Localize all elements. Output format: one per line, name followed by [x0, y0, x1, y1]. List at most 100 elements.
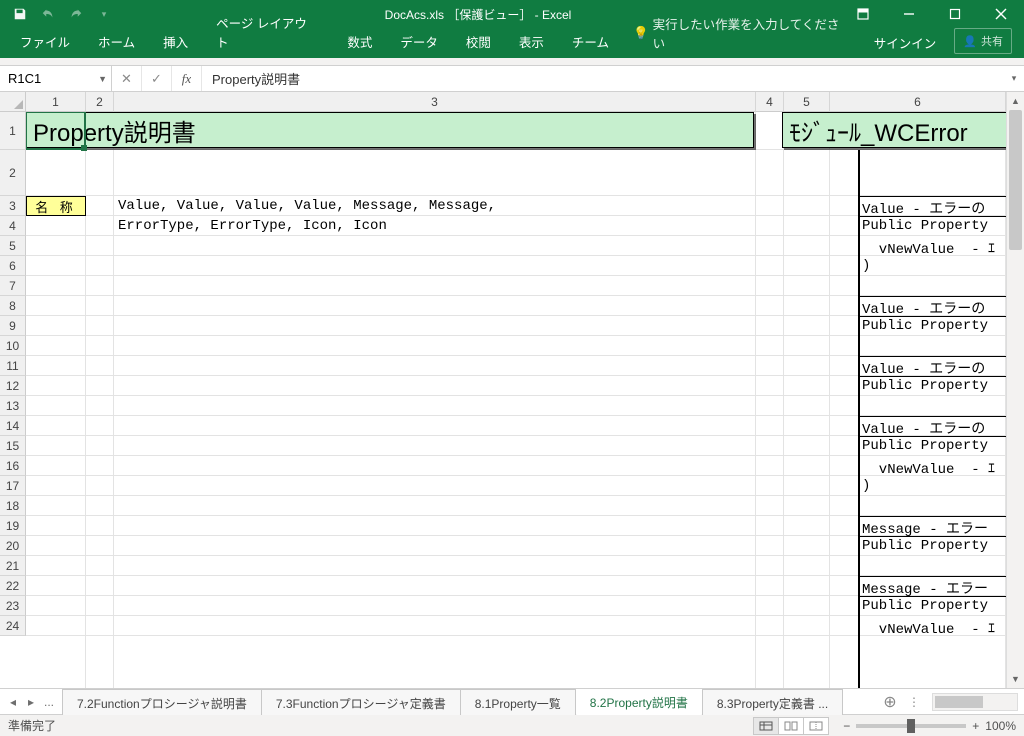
scroll-up-icon[interactable]: ▲ [1007, 92, 1024, 110]
row-header[interactable]: 9 [0, 316, 26, 336]
scroll-down-icon[interactable]: ▼ [1007, 670, 1024, 688]
row-header[interactable]: 22 [0, 576, 26, 596]
row-header[interactable]: 17 [0, 476, 26, 496]
select-all-corner[interactable] [0, 92, 26, 112]
row-header[interactable]: 14 [0, 416, 26, 436]
vertical-scrollbar[interactable]: ▲ ▼ [1006, 92, 1024, 688]
cell-r4c3[interactable]: ErrorType, ErrorType, Icon, Icon [118, 218, 387, 234]
qat-customize-icon[interactable]: ▾ [92, 2, 116, 26]
cell-right-r9[interactable]: Public Property [862, 318, 996, 334]
col-header[interactable]: 3 [114, 92, 756, 112]
row-header[interactable]: 15 [0, 436, 26, 456]
sheet-nav-prev-icon[interactable]: ▸ [22, 690, 40, 714]
row-header[interactable]: 8 [0, 296, 26, 316]
tab-team[interactable]: チーム [558, 26, 623, 58]
row-header[interactable]: 12 [0, 376, 26, 396]
cell-name-label[interactable]: 名 称 [26, 196, 86, 216]
tab-data[interactable]: データ [386, 26, 452, 58]
cell-right-r24[interactable]: vNewValue - ｴ [862, 618, 995, 638]
sheet-tab[interactable]: 7.2Functionプロシージャ説明書 [62, 689, 262, 715]
tab-home[interactable]: ホーム [84, 26, 149, 58]
worksheet-grid[interactable]: 1 2 3 4 5 6 1234567891011121314151617181… [0, 92, 1024, 688]
sheet-tab[interactable]: 8.3Property定義書 ... [702, 689, 843, 715]
cell-module-header[interactable]: ﾓｼﾞｭｰﾙ_WCError [782, 112, 1006, 148]
row-header[interactable]: 3 [0, 196, 26, 216]
row-header[interactable]: 2 [0, 150, 26, 196]
row-header[interactable]: 5 [0, 236, 26, 256]
view-page-break-icon[interactable] [803, 717, 829, 735]
formula-input[interactable]: Property説明書 [202, 66, 1004, 91]
row-headers[interactable]: 123456789101112131415161718192021222324 [0, 112, 26, 636]
share-button[interactable]: 👤 共有 [954, 28, 1012, 54]
row-header[interactable]: 11 [0, 356, 26, 376]
close-icon[interactable] [978, 0, 1024, 28]
row-header[interactable]: 7 [0, 276, 26, 296]
col-header[interactable]: 4 [756, 92, 784, 112]
view-normal-icon[interactable] [753, 717, 779, 735]
tab-page-layout[interactable]: ページ レイアウト [202, 7, 333, 58]
sheet-tab[interactable]: 7.3Functionプロシージャ定義書 [261, 689, 461, 715]
tab-formulas[interactable]: 数式 [333, 26, 386, 58]
cell-right-r15[interactable]: Public Property [862, 438, 996, 454]
cell-right-r3[interactable]: Value - エラーの [862, 198, 985, 218]
sheet-tab[interactable]: 8.1Property一覧 [460, 689, 576, 715]
cells-viewport[interactable]: Property説明書 ﾓｼﾞｭｰﾙ_WCError 名 称 Value, Va… [26, 112, 1006, 688]
undo-icon[interactable] [36, 2, 60, 26]
row-header[interactable]: 23 [0, 596, 26, 616]
cell-right-r14[interactable]: Value - エラーの [862, 418, 985, 438]
view-page-layout-icon[interactable] [778, 717, 804, 735]
cell-right-r16[interactable]: vNewValue - ｴ [862, 458, 995, 478]
row-header[interactable]: 16 [0, 456, 26, 476]
name-box-dropdown-icon[interactable]: ▼ [98, 74, 107, 84]
col-header[interactable]: 1 [26, 92, 86, 112]
tab-view[interactable]: 表示 [505, 26, 558, 58]
cell-right-r19[interactable]: Message - エラー [862, 518, 988, 538]
maximize-icon[interactable] [932, 0, 978, 28]
cell-r3c3[interactable]: Value, Value, Value, Value, Message, Mes… [118, 198, 504, 214]
horizontal-scrollbar[interactable] [932, 693, 1018, 711]
sheet-tab-menu-icon[interactable]: ⋮ [902, 695, 926, 709]
new-sheet-button[interactable]: ⊕ [878, 692, 902, 712]
row-header[interactable]: 19 [0, 516, 26, 536]
scroll-thumb[interactable] [1009, 110, 1022, 250]
sheet-nav-first-icon[interactable]: ◂ [4, 690, 22, 714]
col-header[interactable]: 5 [784, 92, 830, 112]
cell-right-r6[interactable]: ) [862, 258, 870, 274]
sheet-tab-active[interactable]: 8.2Property説明書 [575, 689, 703, 715]
column-headers[interactable]: 1 2 3 4 5 6 [26, 92, 1006, 112]
cell-right-r22[interactable]: Message - エラー [862, 578, 988, 598]
cell-right-r4[interactable]: Public Property [862, 218, 996, 234]
zoom-slider-knob[interactable] [907, 719, 915, 733]
row-header[interactable]: 24 [0, 616, 26, 636]
cancel-formula-icon[interactable]: ✕ [112, 66, 142, 91]
cell-right-r8[interactable]: Value - エラーの [862, 298, 985, 318]
row-header[interactable]: 6 [0, 256, 26, 276]
tab-insert[interactable]: 挿入 [149, 26, 202, 58]
row-header[interactable]: 4 [0, 216, 26, 236]
scroll-track[interactable] [1009, 110, 1022, 670]
formula-bar-expand-icon[interactable]: ▾ [1004, 66, 1024, 91]
enter-formula-icon[interactable]: ✓ [142, 66, 172, 91]
tab-review[interactable]: 校閲 [452, 26, 505, 58]
col-header[interactable]: 6 [830, 92, 1006, 112]
insert-function-icon[interactable]: fx [172, 66, 202, 91]
minimize-icon[interactable] [886, 0, 932, 28]
col-header[interactable]: 2 [86, 92, 114, 112]
row-header[interactable]: 21 [0, 556, 26, 576]
cell-right-r12[interactable]: Public Property [862, 378, 996, 394]
cell-right-r17[interactable]: ) [862, 478, 870, 494]
save-icon[interactable] [8, 2, 32, 26]
tell-me-search[interactable]: 💡 実行したい作業を入力してください [623, 8, 862, 58]
cell-right-r5[interactable]: vNewValue - ｴ [862, 238, 995, 258]
row-header[interactable]: 10 [0, 336, 26, 356]
sign-in-button[interactable]: サインイン [862, 27, 949, 58]
row-header[interactable]: 1 [0, 112, 26, 150]
sheet-nav-ellipsis-icon[interactable]: ... [40, 690, 58, 714]
cell-title[interactable]: Property説明書 [26, 112, 754, 148]
row-header[interactable]: 18 [0, 496, 26, 516]
zoom-out-button[interactable]: − [843, 719, 850, 733]
row-header[interactable]: 13 [0, 396, 26, 416]
cell-right-r20[interactable]: Public Property [862, 538, 996, 554]
redo-icon[interactable] [64, 2, 88, 26]
hscroll-thumb[interactable] [935, 696, 983, 708]
